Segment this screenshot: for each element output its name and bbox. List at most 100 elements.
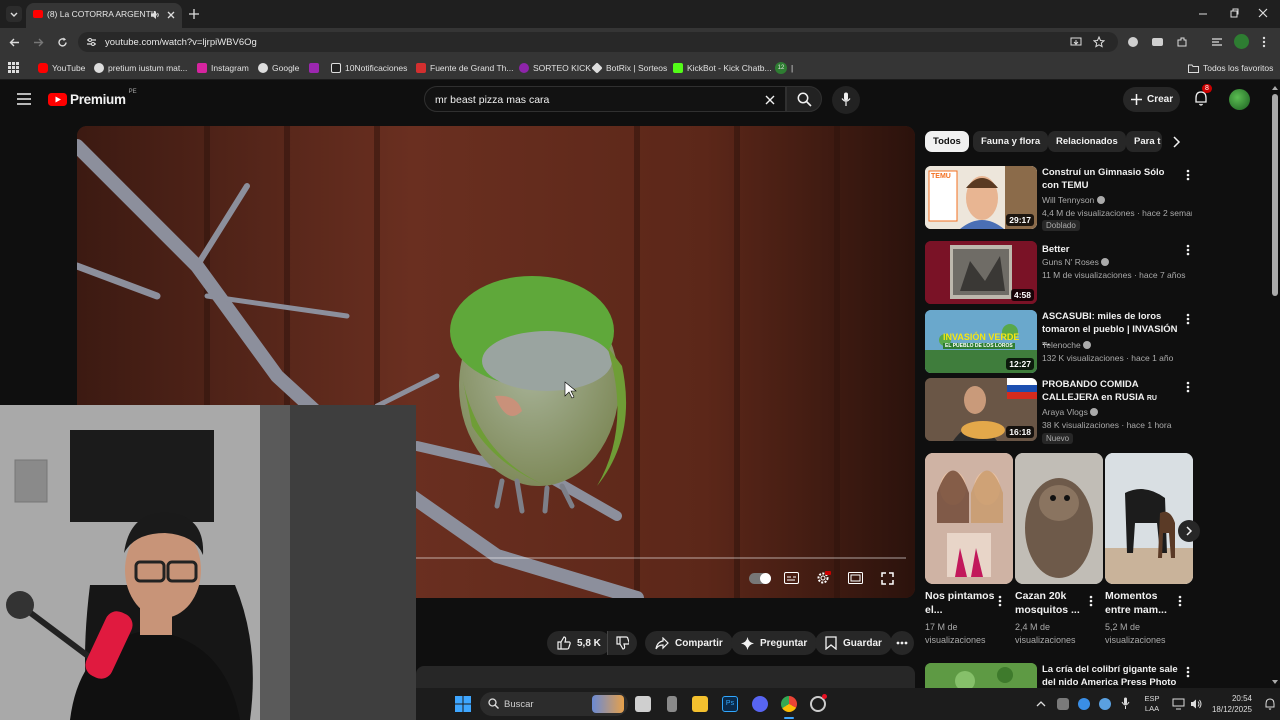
create-button[interactable]: Crear <box>1123 87 1180 112</box>
recommended-video[interactable]: INVASIÓN VERDE EL PUEBLO DE LOS LOROS 12… <box>925 310 1195 373</box>
like-button[interactable]: 5,8 K <box>547 631 611 655</box>
all-favorites-folder[interactable]: Todos los favoritos <box>1188 61 1273 75</box>
share-button[interactable]: Compartir <box>645 631 733 655</box>
bookmark-youtube[interactable]: YouTube <box>38 61 85 75</box>
hamburger-menu-icon[interactable] <box>17 93 31 105</box>
microphone-icon[interactable] <box>1121 697 1130 710</box>
more-options-icon[interactable] <box>1183 168 1193 182</box>
description-box[interactable] <box>416 666 915 688</box>
notifications-button[interactable]: 8 <box>1193 84 1212 108</box>
bookmark-extension[interactable] <box>309 61 319 75</box>
shorts-next-button[interactable] <box>1178 520 1200 542</box>
more-options-icon[interactable] <box>997 594 1003 608</box>
short-title[interactable]: Momentos entre mam... <box>1105 589 1185 617</box>
ask-button[interactable]: Preguntar <box>731 631 818 655</box>
bookmark-kickbot[interactable]: KickBot - Kick Chatb... <box>673 61 772 75</box>
browser-menu-icon[interactable] <box>1262 36 1266 48</box>
speaker-icon[interactable] <box>150 10 160 20</box>
fullscreen-icon[interactable] <box>881 572 894 585</box>
video-thumbnail[interactable] <box>925 663 1037 688</box>
channel-name[interactable]: Telenoche <box>1042 340 1092 350</box>
bookmark-star-icon[interactable] <box>1093 36 1105 48</box>
channel-name[interactable]: Will Tennyson <box>1042 195 1105 205</box>
restore-icon[interactable] <box>1229 8 1239 18</box>
more-actions-button[interactable] <box>890 631 914 655</box>
recommended-video[interactable]: La cría del colibrí gigante sale del nid… <box>925 663 1195 688</box>
close-tab-icon[interactable] <box>166 10 176 20</box>
video-title[interactable]: La cría del colibrí gigante sale del nid… <box>1042 663 1182 688</box>
chevron-right-icon[interactable] <box>1171 136 1181 148</box>
bookmark-x-notificaciones[interactable]: 10Notificaciones <box>331 61 407 75</box>
subtitles-icon[interactable] <box>784 572 799 584</box>
clear-search-icon[interactable] <box>765 95 775 105</box>
channel-name[interactable]: Guns N' Roses <box>1042 257 1110 267</box>
profile-avatar-icon[interactable] <box>1234 34 1249 49</box>
new-tab-icon[interactable] <box>188 8 200 20</box>
short-title[interactable]: Nos pintamos el... <box>925 589 1005 617</box>
chip-para-ti[interactable]: Para t <box>1126 131 1162 152</box>
more-options-icon[interactable] <box>1183 665 1193 679</box>
cast-install-icon[interactable] <box>1070 36 1082 48</box>
more-options-icon[interactable] <box>1183 243 1193 257</box>
youtube-logo[interactable]: Premium PE <box>48 89 137 107</box>
chrome-icon[interactable] <box>781 696 797 712</box>
bookmark-fuente-gta[interactable]: Fuente de Grand Th... <box>416 61 513 75</box>
tray-icon[interactable] <box>1057 698 1069 710</box>
settings-gear-icon[interactable] <box>816 571 831 585</box>
avatar[interactable] <box>1229 89 1250 110</box>
clock[interactable]: 20:54 18/12/2025 <box>1206 693 1252 715</box>
back-arrow-icon[interactable] <box>9 37 20 48</box>
more-options-icon[interactable] <box>1183 380 1193 394</box>
short-thumbnail[interactable] <box>1015 453 1103 584</box>
video-progress-bar[interactable] <box>416 557 906 559</box>
video-thumbnail[interactable]: INVASIÓN VERDE EL PUEBLO DE LOS LOROS 12… <box>925 310 1037 373</box>
bookmark-botrix[interactable]: BotRix | Sorteos <box>591 61 667 75</box>
video-title[interactable]: PROBANDO COMIDA CALLEJERA en RUSIA RU <box>1042 378 1182 405</box>
short-thumbnail[interactable] <box>1105 453 1193 584</box>
file-explorer-icon[interactable] <box>692 696 708 712</box>
bookmark-google[interactable]: Google <box>258 61 299 75</box>
voice-search-button[interactable] <box>832 86 860 114</box>
recommended-video[interactable]: TEMU 29:17 Construí un Gimnasio Sólo con… <box>925 166 1195 232</box>
bookmark-sorteo-kick[interactable]: SORTEO KICK <box>519 61 591 75</box>
bookmark-instagram[interactable]: Instagram <box>197 61 249 75</box>
autoplay-toggle[interactable] <box>749 573 771 584</box>
minimize-icon[interactable] <box>1198 9 1208 19</box>
app-icon[interactable] <box>667 696 677 712</box>
extension-icon[interactable] <box>1152 38 1163 46</box>
chevron-up-icon[interactable] <box>1036 700 1046 708</box>
search-input[interactable]: mr beast pizza mas cara <box>424 86 786 112</box>
recommended-video[interactable]: 16:18 PROBANDO COMIDA CALLEJERA en RUSIA… <box>925 378 1195 444</box>
extension-icon[interactable] <box>1128 37 1138 47</box>
browser-tab-active[interactable]: (8) La COTORRA ARGENTINA <box>26 3 182 28</box>
address-bar[interactable]: youtube.com/watch?v=ljrpiWBV6Og <box>78 32 1118 52</box>
language-indicator[interactable]: ESP LAA <box>1140 694 1164 714</box>
dislike-button[interactable] <box>607 631 637 655</box>
chip-todos[interactable]: Todos <box>925 131 969 152</box>
tray-icon[interactable] <box>1099 698 1111 710</box>
video-title[interactable]: Better <box>1042 243 1182 256</box>
video-title[interactable]: Construí un Gimnasio Sólo con TEMU <box>1042 166 1182 192</box>
theater-mode-icon[interactable] <box>848 572 863 584</box>
taskbar-search[interactable]: Buscar <box>480 692 628 716</box>
page-scrollbar[interactable] <box>1271 84 1279 688</box>
windows-start-icon[interactable] <box>455 696 471 712</box>
more-options-icon[interactable] <box>1088 594 1094 608</box>
short-thumbnail[interactable] <box>925 453 1013 584</box>
short-title[interactable]: Cazan 20k mosquitos ... <box>1015 589 1095 617</box>
channel-name[interactable]: Araya Vlogs <box>1042 407 1099 417</box>
network-icon[interactable] <box>1172 698 1185 710</box>
reload-icon[interactable] <box>57 37 68 48</box>
more-options-icon[interactable] <box>1177 594 1183 608</box>
tab-list-button[interactable] <box>6 6 22 22</box>
discord-icon[interactable] <box>752 696 768 712</box>
onedrive-icon[interactable] <box>1078 698 1090 710</box>
reading-list-icon[interactable] <box>1211 36 1223 48</box>
notification-bell-icon[interactable] <box>1264 698 1276 710</box>
video-thumbnail[interactable]: 4:58 <box>925 241 1037 304</box>
bookmark-12[interactable]: 12 | <box>775 61 793 75</box>
volume-icon[interactable] <box>1190 698 1203 710</box>
task-view-icon[interactable] <box>635 696 651 712</box>
save-button[interactable]: Guardar <box>815 631 892 655</box>
search-button[interactable] <box>786 86 822 112</box>
